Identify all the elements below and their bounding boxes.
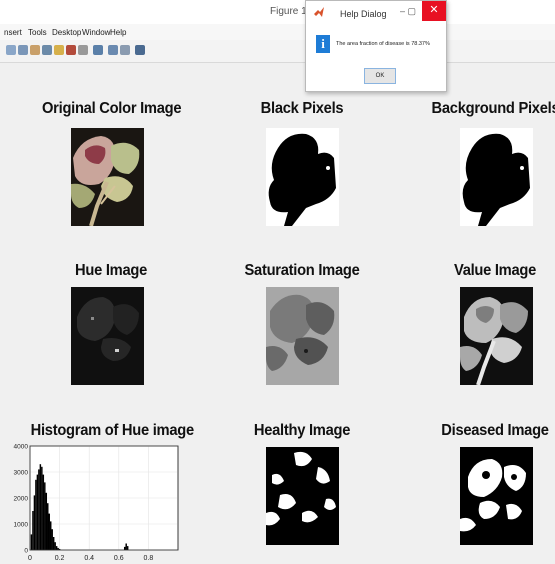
diseased-image xyxy=(460,447,533,545)
histogram-bar xyxy=(45,492,48,550)
histogram-svg: 0 0.2 0.4 0.6 0.8 0 1000 2000 3000 4000 xyxy=(14,444,179,562)
histogram-bar xyxy=(123,546,126,550)
panel-title-saturation: Saturation Image xyxy=(244,262,360,279)
datacursor-icon[interactable] xyxy=(54,45,64,55)
histogram-bar xyxy=(125,543,127,550)
x-tick-label: 0 xyxy=(28,555,32,562)
histogram-bar xyxy=(52,537,55,550)
minimize-maximize-icon[interactable]: – ▢ xyxy=(400,6,416,17)
histogram-bar xyxy=(41,466,43,550)
figure-toolbar xyxy=(0,40,555,63)
histogram-bar xyxy=(126,546,129,550)
colorbar-icon[interactable] xyxy=(93,45,103,55)
histogram-bar xyxy=(54,542,56,550)
y-tick-label: 0 xyxy=(24,548,28,555)
histogram-bar xyxy=(55,546,58,550)
background-pixels-image xyxy=(460,128,533,226)
menu-window[interactable]: Window xyxy=(82,28,110,37)
panel-title-original: Original Color Image xyxy=(42,100,182,117)
x-tick-label: 0.6 xyxy=(114,555,124,562)
panel-title-value: Value Image xyxy=(453,262,537,279)
histogram-bar xyxy=(38,469,40,550)
window-title-bar: Figure 1 xyxy=(0,0,555,24)
y-tick-label: 2000 xyxy=(14,496,29,503)
x-tick-label: 0.4 xyxy=(84,555,94,562)
menu-help[interactable]: Help xyxy=(110,28,126,37)
hue-histogram-chart: 0 0.2 0.4 0.6 0.8 0 1000 2000 3000 4000 xyxy=(0,440,190,564)
histogram-bar xyxy=(48,513,50,550)
y-tick-label: 1000 xyxy=(14,522,29,529)
panel-title-healthy: Healthy Image xyxy=(253,422,351,439)
window-title: Figure 1 xyxy=(270,6,307,17)
pan-icon[interactable] xyxy=(30,45,40,55)
histogram-bar xyxy=(32,511,34,550)
dialog-title: Help Dialog xyxy=(340,9,387,19)
menu-bar: nsert Tools Desktop Window Help xyxy=(0,24,555,40)
histogram-bar xyxy=(44,482,46,550)
hide-plot-icon[interactable] xyxy=(120,45,130,55)
black-pixels-image xyxy=(266,128,339,226)
panel-title-hue: Hue Image xyxy=(75,262,147,279)
matlab-logo-icon xyxy=(314,7,324,17)
value-image xyxy=(460,287,533,385)
original-color-image xyxy=(71,128,144,226)
hue-image xyxy=(71,287,144,385)
histogram-bar xyxy=(36,474,39,550)
x-tick-label: 0.8 xyxy=(144,555,154,562)
saturation-image xyxy=(266,287,339,385)
panel-title-diseased: Diseased Image xyxy=(441,422,549,439)
menu-desktop[interactable]: Desktop xyxy=(52,28,81,37)
menu-tools[interactable]: Tools xyxy=(28,28,47,37)
zoom-in-icon[interactable] xyxy=(6,45,16,55)
dialog-close-button[interactable]: ✕ xyxy=(422,1,446,21)
histogram-bar xyxy=(42,474,45,550)
link-icon[interactable] xyxy=(78,45,88,55)
histogram-bar xyxy=(30,534,33,550)
panel-title-background: Background Pixels xyxy=(431,100,555,117)
panel-title-histogram: Histogram of Hue image xyxy=(30,422,195,439)
panel-title-black: Black Pixels xyxy=(260,100,344,117)
show-plot-icon[interactable] xyxy=(135,45,145,55)
histogram-bar xyxy=(49,521,52,550)
y-tick-label: 3000 xyxy=(14,470,29,477)
histogram-bar xyxy=(33,495,36,550)
rotate-icon[interactable] xyxy=(42,45,52,55)
help-dialog: Help Dialog – ▢ ✕ i The area fraction of… xyxy=(305,0,447,92)
histogram-bar xyxy=(51,529,53,550)
info-icon: i xyxy=(316,35,330,53)
histogram-bar xyxy=(35,479,37,550)
x-tick-label: 0.2 xyxy=(55,555,65,562)
dialog-message: The area fraction of disease is 78.37% xyxy=(336,41,430,47)
histogram-bar xyxy=(39,464,42,550)
histogram-bar xyxy=(47,503,49,550)
legend-icon[interactable] xyxy=(108,45,118,55)
ok-button[interactable]: OK xyxy=(364,68,396,84)
brush-icon[interactable] xyxy=(66,45,76,55)
menu-insert[interactable]: nsert xyxy=(4,28,22,37)
healthy-image xyxy=(266,447,339,545)
y-tick-label: 4000 xyxy=(14,444,29,451)
zoom-out-icon[interactable] xyxy=(18,45,28,55)
